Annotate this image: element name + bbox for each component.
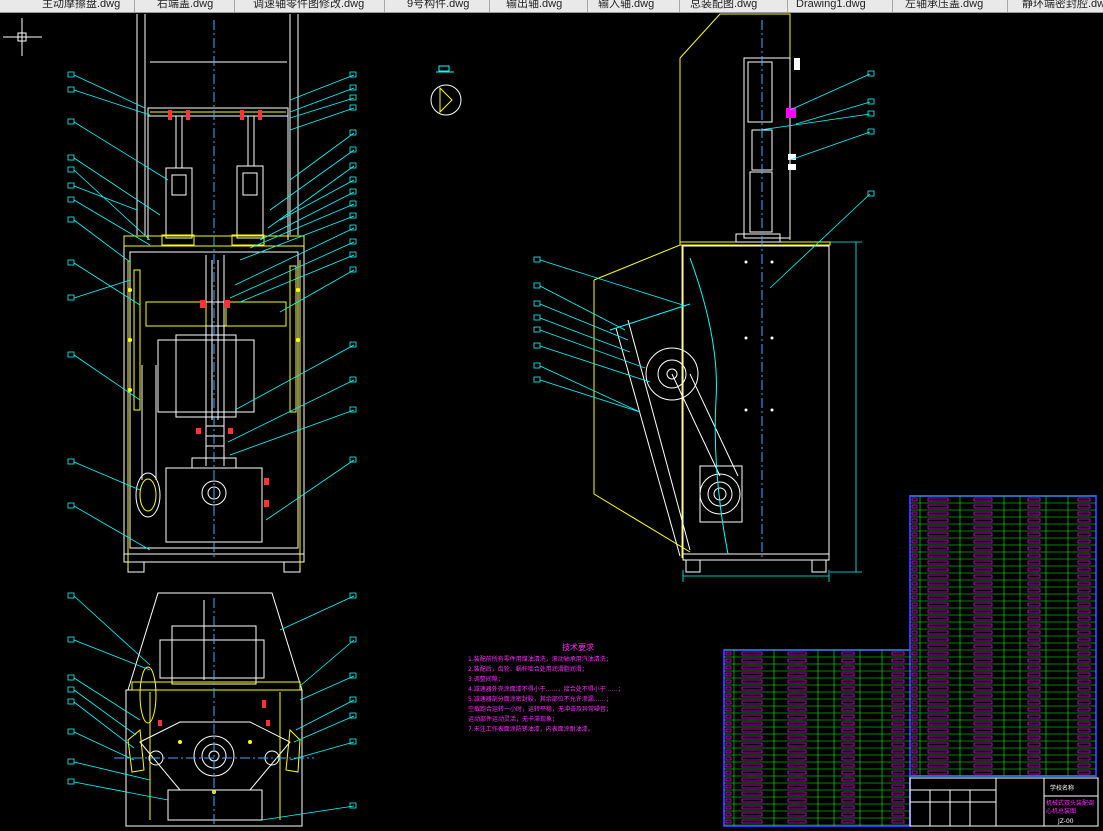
roughness-symbol-icon [430, 65, 462, 116]
tab-label: 主动摩擦盘.dwg [42, 0, 121, 10]
tab-label: 左轴承压盖.dwg [905, 0, 984, 10]
tab-output-shaft[interactable]: 输出轴.dwg [490, 0, 588, 12]
tab-right-end-cover[interactable]: 右端盖.dwg [135, 0, 235, 12]
tech-line: 1.装配前所有零件用煤油清洗，滚动轴承用汽油清洗； [468, 656, 612, 663]
tab-drawing1[interactable]: Drawing1.dwg [788, 0, 893, 12]
tab-left-bearing-cover[interactable]: 左轴承压盖.dwg [893, 0, 1008, 12]
tab-speed-shaft[interactable]: 调速轴零件图修改.dwg [235, 0, 385, 12]
tab-label: 右端盖.dwg [157, 0, 214, 10]
tab-active-friction-disc[interactable]: 主动摩擦盘.dwg [0, 0, 135, 12]
tab-part-9[interactable]: 9号构件.dwg [385, 0, 490, 12]
leader-lines-top [67, 592, 357, 821]
tab-label: 输出轴.dwg [506, 0, 563, 10]
tab-static-ring-seal[interactable]: 静环端密封腔.dwg [1008, 0, 1103, 12]
tab-label: 输入轴.dwg [598, 0, 655, 10]
tech-line: 7.未注工作表面涂防锈油漆，内表面涂耐油漆。 [468, 726, 594, 733]
title-block-drawing-name: 机械式双头装配调心机总装图 [1046, 800, 1095, 815]
tab-input-shaft[interactable]: 输入轴.dwg [588, 0, 680, 12]
title-block-drawing-number: JZ-00 [1058, 818, 1074, 825]
tech-line: 2.装配后，齿轮、蜗杆啮合处用润滑脂润滑； [468, 666, 588, 673]
tech-line: 运动部件运动灵活，无卡滞现象； [468, 716, 559, 723]
tech-requirements-title: 技术要求 [562, 643, 594, 652]
tech-line: 5.减速器剖分面涂密封胶，其余部位不允许渗漏……； [468, 696, 612, 703]
tab-label: 9号构件.dwg [407, 0, 470, 10]
technical-requirements: 技术要求 1.装配前所有零件用煤油清洗，滚动轴承用汽油清洗； 2.装配后，齿轮、… [468, 643, 708, 735]
tech-line: 空载跑合运转一小时，运转平稳，无冲击及异常噪音； [468, 706, 613, 713]
tab-label: 总装配图.dwg [690, 0, 758, 10]
parts-list-table [723, 495, 1097, 827]
tab-label: 静环端密封腔.dwg [1022, 0, 1103, 10]
tab-assembly-drawing[interactable]: 总装配图.dwg [680, 0, 788, 12]
tech-line: 3.调整间隙； [468, 676, 504, 683]
document-tab-bar: 静环端密封腔.dwg 主动摩擦盘.dwg 右端盖.dwg 调速轴零件图修改.dw… [0, 0, 1103, 13]
tech-line: 4.减速器外壳涂面漆不得小于……，接合处不得小于……； [468, 686, 624, 693]
crosshair-cursor-icon [3, 18, 42, 56]
title-block-school-label: 学校名称 [1050, 785, 1075, 792]
tab-label: Drawing1.dwg [796, 0, 866, 10]
side-view [593, 13, 862, 582]
tab-label: 调速轴零件图修改.dwg [253, 0, 365, 10]
front-view [123, 14, 305, 573]
